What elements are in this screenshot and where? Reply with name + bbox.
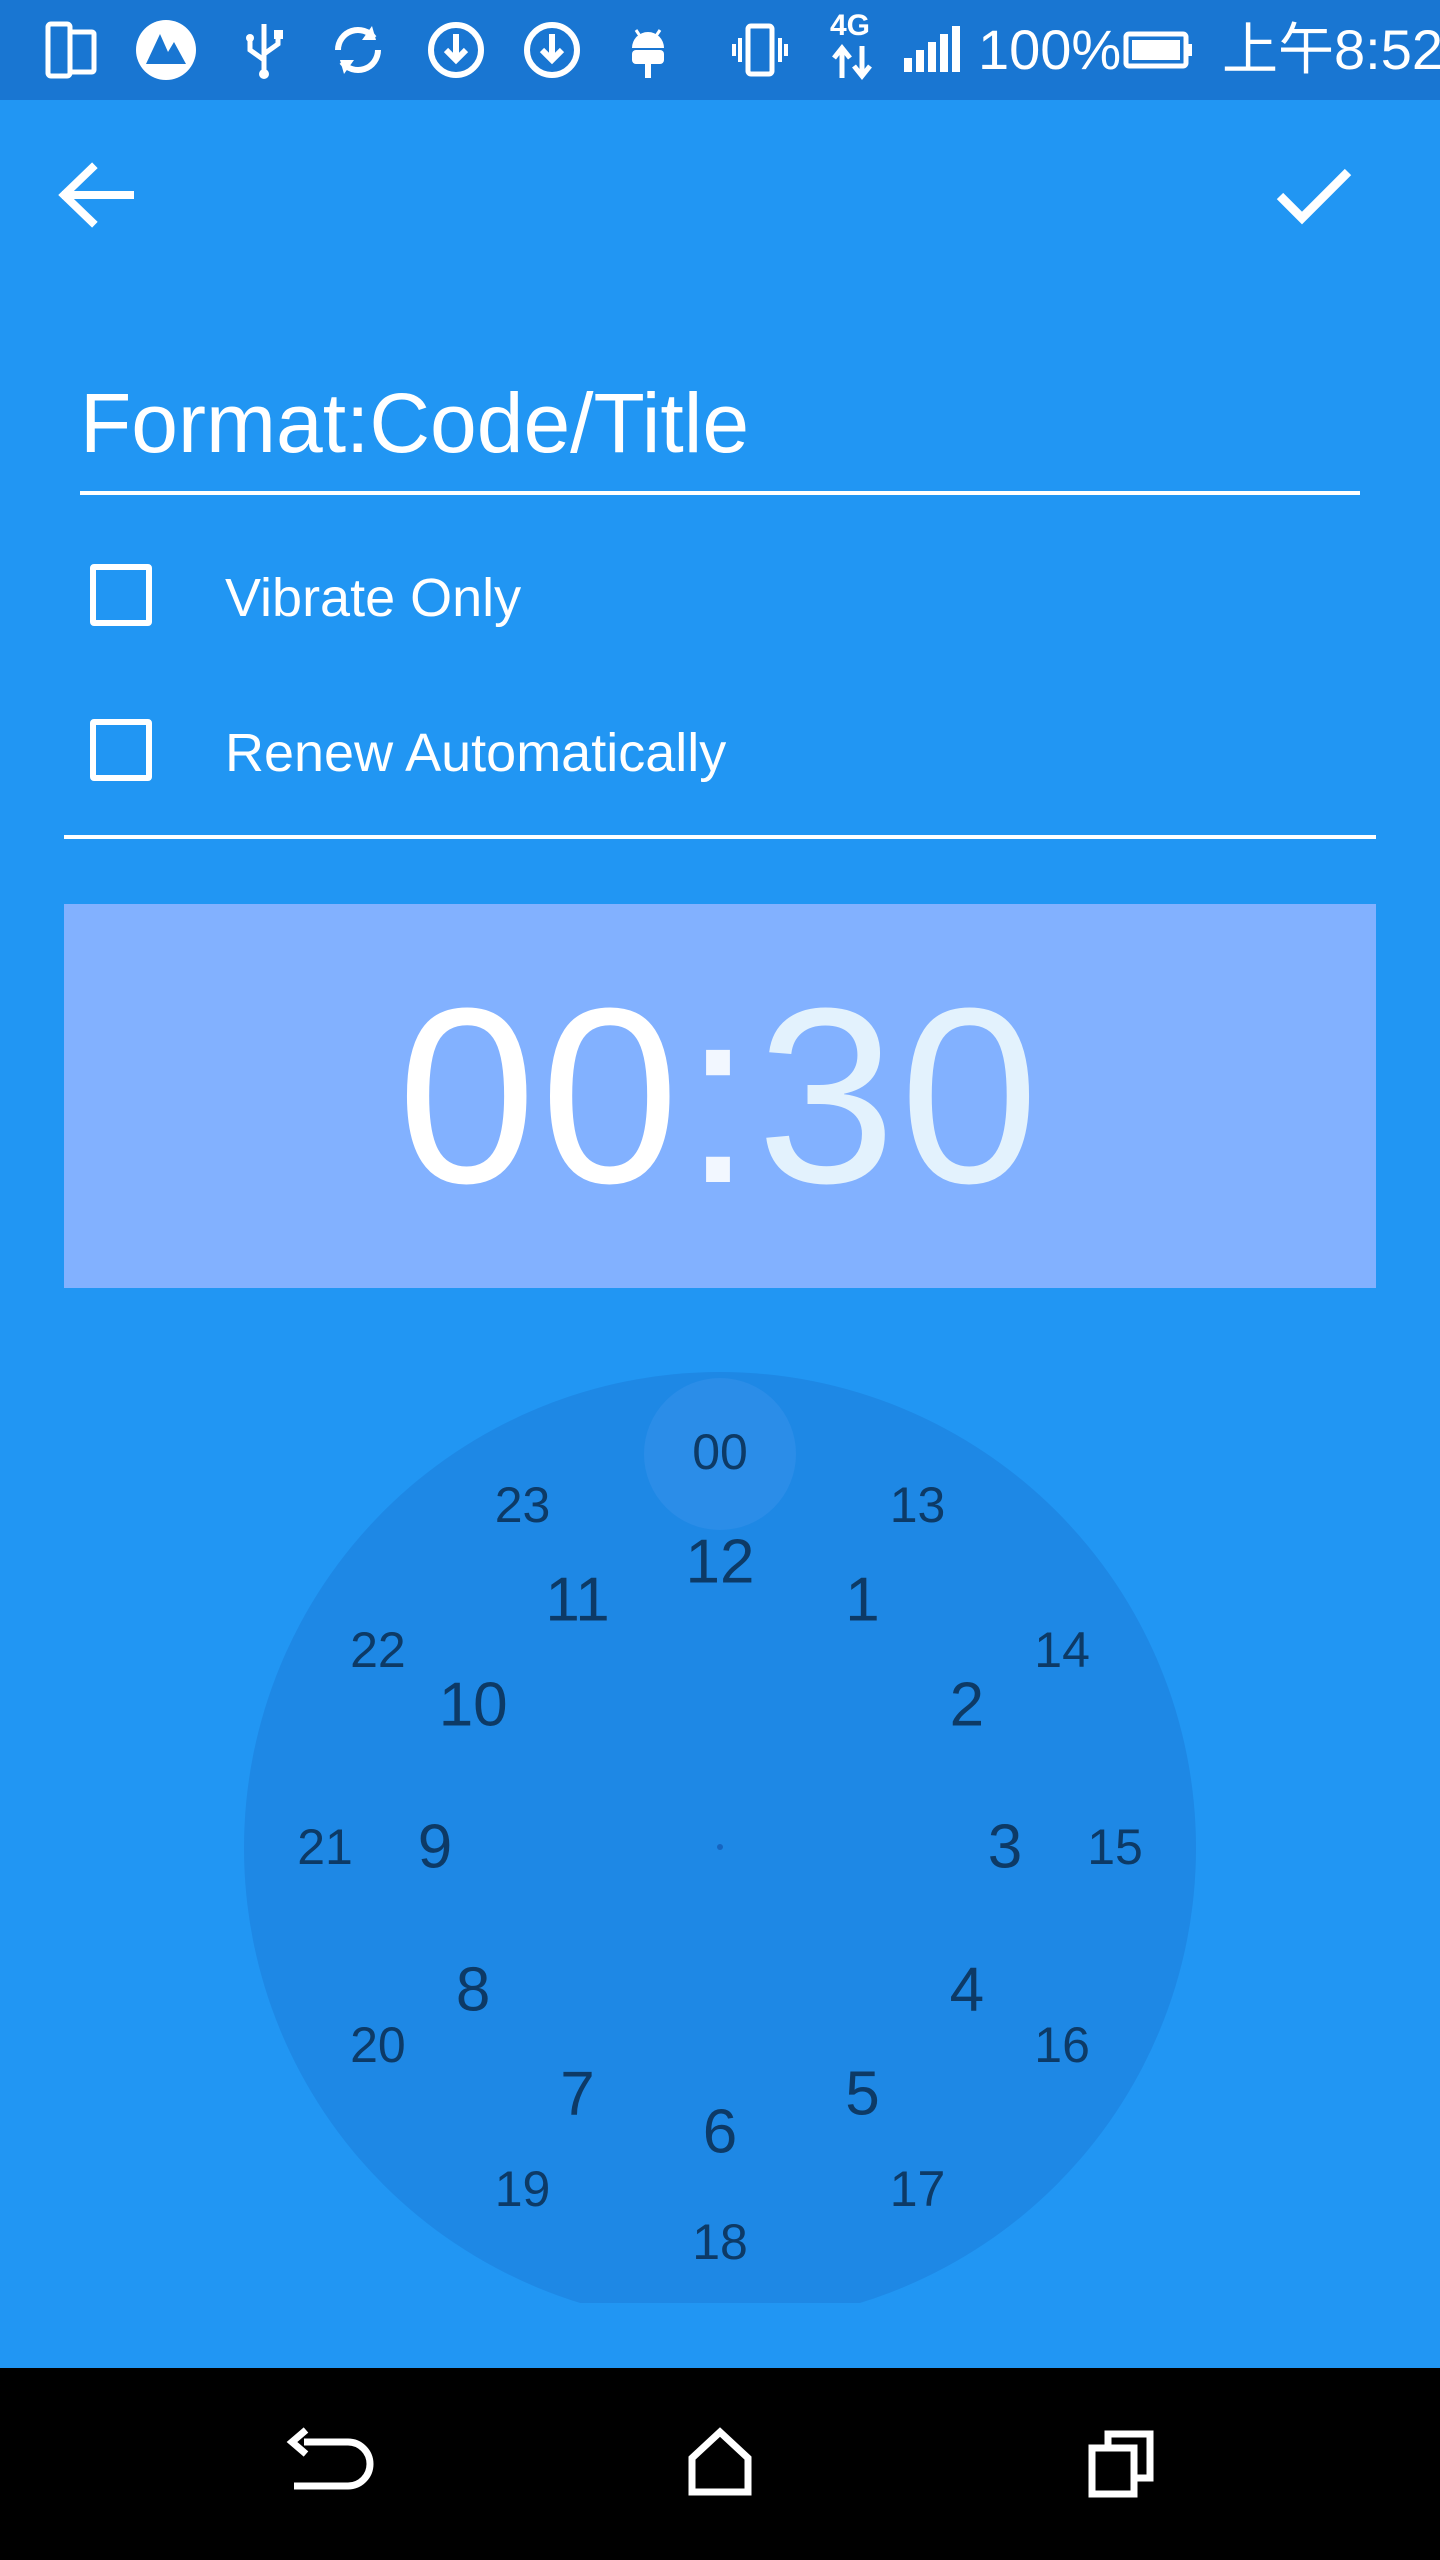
- clock-number-outer-17[interactable]: 17: [890, 2160, 946, 2218]
- clock-number-inner-5[interactable]: 5: [845, 2058, 879, 2129]
- clock-number-outer-21[interactable]: 21: [297, 1818, 353, 1876]
- clock-number-inner-12[interactable]: 12: [686, 1527, 755, 1598]
- clock-center-dot: [717, 1844, 723, 1850]
- time-separator: :: [683, 956, 757, 1235]
- renew-automatically-checkbox[interactable]: [90, 719, 152, 781]
- clock-number-outer-23[interactable]: 23: [495, 1476, 551, 1534]
- nav-back-button[interactable]: [264, 2408, 376, 2520]
- clock-number-inner-7[interactable]: 7: [560, 2058, 594, 2129]
- nav-back-icon: [286, 2427, 374, 2490]
- signal-icon: [904, 26, 960, 72]
- clock-number-inner-8[interactable]: 8: [456, 1954, 490, 2025]
- section-divider: [64, 835, 1376, 839]
- usb-icon: [246, 24, 283, 79]
- clock-number-outer-16[interactable]: 16: [1034, 2016, 1090, 2074]
- clock-number-outer-22[interactable]: 22: [350, 1621, 406, 1679]
- phone-screen-icon: [45, 21, 97, 79]
- vibrate-only-label: Vibrate Only: [225, 568, 522, 628]
- nav-recents-icon: [1088, 2430, 1154, 2498]
- nav-recents-button[interactable]: [1064, 2408, 1176, 2520]
- clock-number-inner-2[interactable]: 2: [950, 1669, 984, 1740]
- clock-number-outer-00[interactable]: 00: [692, 1423, 748, 1481]
- download-icon: [428, 22, 484, 78]
- data-arrows-icon: [832, 43, 872, 81]
- hours-value[interactable]: 00: [397, 956, 683, 1235]
- battery-percent: 100%: [978, 18, 1122, 81]
- download-icon: [524, 22, 580, 78]
- nav-home-icon: [688, 2427, 752, 2496]
- minutes-value[interactable]: 30: [757, 956, 1043, 1235]
- app-logo-icon: [136, 20, 196, 80]
- sync-icon: [335, 26, 381, 74]
- clock-number-outer-15[interactable]: 15: [1087, 1818, 1143, 1876]
- time-display: 00:30: [64, 904, 1376, 1288]
- title-input[interactable]: [80, 355, 1360, 495]
- clock-number-outer-14[interactable]: 14: [1034, 1621, 1090, 1679]
- clock-bottom-mask: [0, 2303, 1440, 2368]
- status-bar: 4G 100% 上午8:52: [0, 0, 1440, 100]
- vibrate-only-checkbox[interactable]: [90, 564, 152, 626]
- clock-number-outer-19[interactable]: 19: [495, 2160, 551, 2218]
- clock-number-inner-3[interactable]: 3: [988, 1812, 1022, 1883]
- clock-number-outer-13[interactable]: 13: [890, 1476, 946, 1534]
- vibrate-only-option[interactable]: Vibrate Only: [90, 548, 990, 648]
- back-button[interactable]: [42, 140, 152, 250]
- clock-number-inner-6[interactable]: 6: [703, 2097, 737, 2168]
- clock-number-inner-4[interactable]: 4: [950, 1954, 984, 2025]
- clock-number-outer-20[interactable]: 20: [350, 2016, 406, 2074]
- renew-automatically-option[interactable]: Renew Automatically: [90, 703, 990, 803]
- clock-time: 上午8:52: [1222, 18, 1440, 81]
- clock-number-inner-11[interactable]: 11: [545, 1565, 609, 1636]
- clock-number-inner-10[interactable]: 10: [439, 1669, 508, 1740]
- navigation-bar: [0, 2368, 1440, 2560]
- clock-number-inner-9[interactable]: 9: [418, 1812, 452, 1883]
- check-icon: [1276, 168, 1352, 225]
- clock-number-inner-1[interactable]: 1: [845, 1565, 879, 1636]
- vibrate-icon: [732, 23, 788, 77]
- nav-home-button[interactable]: [664, 2408, 776, 2520]
- confirm-button[interactable]: [1258, 140, 1368, 250]
- battery-icon: [1123, 31, 1192, 69]
- android-icon: [632, 29, 664, 78]
- arrow-left-icon: [58, 162, 134, 228]
- renew-automatically-label: Renew Automatically: [225, 723, 727, 783]
- clock-number-outer-18[interactable]: 18: [692, 2213, 748, 2271]
